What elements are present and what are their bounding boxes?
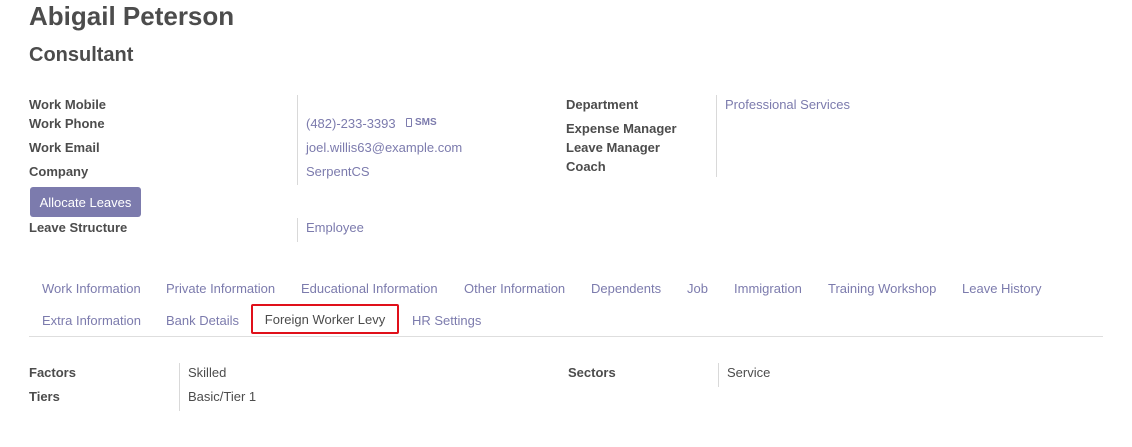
factors-value[interactable]: Skilled (188, 365, 226, 380)
sectors-value[interactable]: Service (727, 365, 770, 380)
tab-private-information[interactable]: Private Information (166, 281, 275, 296)
field-separator (179, 363, 180, 411)
company-value[interactable]: SerpentCS (306, 164, 370, 179)
tab-foreign-worker-levy[interactable]: Foreign Worker Levy (251, 304, 399, 334)
tab-bank-details[interactable]: Bank Details (166, 313, 239, 328)
mobile-phone-icon (406, 118, 412, 127)
tiers-label: Tiers (29, 389, 60, 404)
field-separator (716, 95, 717, 177)
field-separator (297, 95, 298, 185)
department-value[interactable]: Professional Services (725, 97, 850, 112)
tab-educational-information[interactable]: Educational Information (301, 281, 438, 296)
tab-work-information[interactable]: Work Information (42, 281, 141, 296)
tabs-divider (29, 336, 1103, 337)
company-label: Company (29, 164, 89, 179)
coach-label: Coach (566, 159, 606, 174)
work-mobile-label: Work Mobile (29, 97, 107, 112)
sms-label: SMS (415, 117, 437, 128)
sectors-label: Sectors (568, 365, 616, 380)
work-phone-value[interactable]: (482)-233-3393 (306, 116, 396, 131)
leave-manager-label: Leave Manager (566, 140, 660, 155)
tab-dependents[interactable]: Dependents (591, 281, 661, 296)
tiers-value[interactable]: Basic/Tier 1 (188, 389, 256, 404)
work-email-value[interactable]: joel.willis63@example.com (306, 140, 462, 155)
tab-immigration[interactable]: Immigration (734, 281, 802, 296)
expense-manager-label: Expense Manager (566, 121, 677, 136)
field-separator (718, 363, 719, 387)
tab-job[interactable]: Job (687, 281, 708, 296)
field-separator (297, 218, 298, 242)
department-label: Department (566, 97, 639, 112)
leave-structure-label: Leave Structure (29, 220, 128, 235)
tab-extra-information[interactable]: Extra Information (42, 313, 141, 328)
tab-other-information[interactable]: Other Information (464, 281, 565, 296)
job-title: Consultant (29, 44, 134, 66)
tab-training-workshop[interactable]: Training Workshop (828, 281, 936, 296)
allocate-leaves-button[interactable]: Allocate Leaves (30, 187, 141, 217)
employee-name: Abigail Peterson (29, 1, 235, 31)
work-email-label: Work Email (29, 140, 100, 155)
work-phone-label: Work Phone (29, 116, 105, 131)
tab-leave-history[interactable]: Leave History (962, 281, 1041, 296)
leave-structure-value[interactable]: Employee (306, 220, 364, 235)
sms-button[interactable]: SMS (406, 117, 437, 128)
tab-hr-settings[interactable]: HR Settings (412, 313, 481, 328)
factors-label: Factors (29, 365, 76, 380)
